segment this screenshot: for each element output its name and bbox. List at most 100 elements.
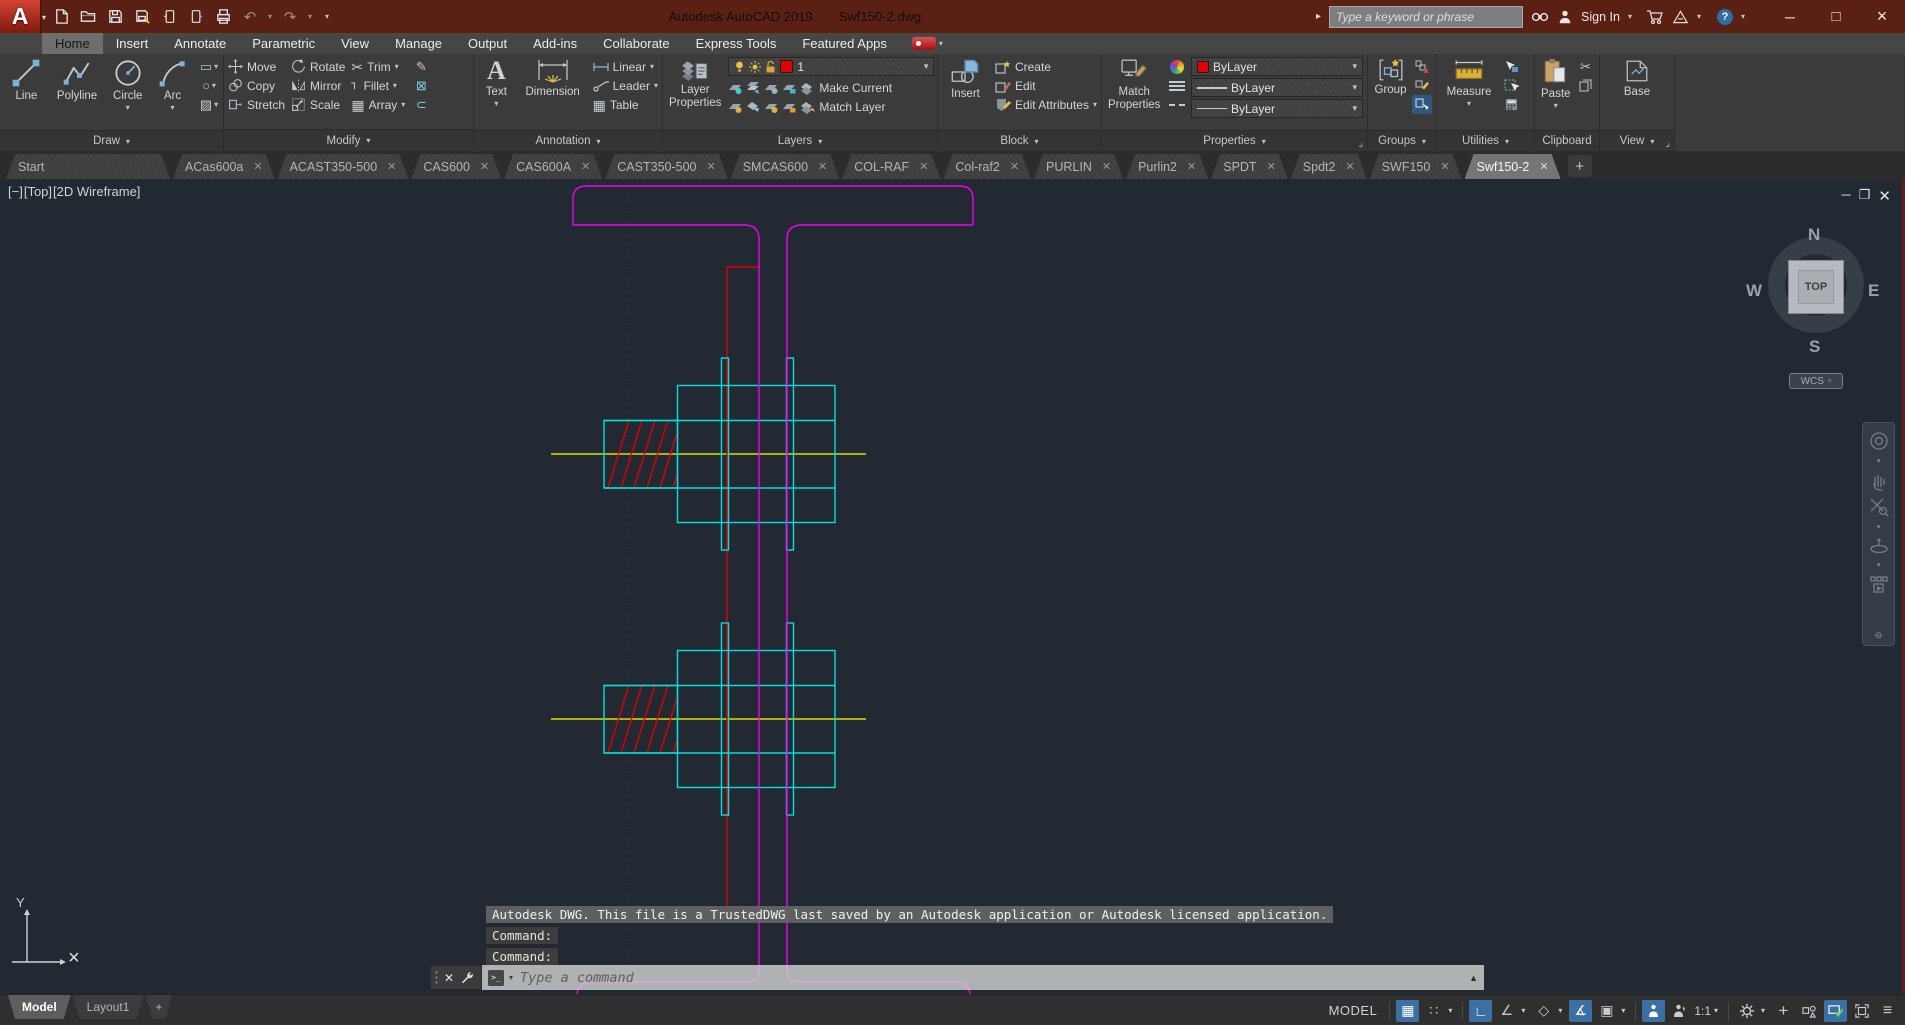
wheel-caret-icon[interactable]: ▾: [1877, 457, 1881, 465]
layer-properties-button[interactable]: Layer Properties: [667, 57, 723, 131]
table-button[interactable]: ▦ Table: [593, 95, 658, 114]
panel-label-clipboard[interactable]: Clipboard: [1535, 130, 1599, 151]
panel-label-modify[interactable]: Modify: [224, 129, 473, 151]
connect-icon[interactable]: [911, 37, 936, 50]
text-button[interactable]: A Text ▾: [478, 57, 515, 131]
workspace-switching-gear-icon[interactable]: [1735, 1000, 1758, 1022]
trim-button[interactable]: ✂ Trim ▾: [351, 57, 405, 76]
close-icon[interactable]: ✕: [818, 160, 827, 173]
new-layout-button[interactable]: +: [145, 995, 172, 1019]
offset-icon[interactable]: ⊂: [411, 95, 431, 114]
measure-button[interactable]: Measure ▾: [1441, 57, 1497, 131]
clean-screen-icon[interactable]: [1850, 1000, 1873, 1022]
create-block-button[interactable]: Create: [995, 57, 1097, 76]
layer-unlock-mini-icon[interactable]: [782, 100, 797, 114]
leader-button[interactable]: Leader ▾: [593, 76, 658, 95]
autodesk-a360-icon[interactable]: [1672, 9, 1689, 25]
layer-dropdown[interactable]: 1 ▾: [728, 57, 935, 76]
doc-close-icon[interactable]: ✕: [1878, 187, 1891, 205]
maximize-button[interactable]: □: [1813, 0, 1859, 33]
ribbon-tab-parametric[interactable]: Parametric: [239, 33, 328, 54]
paste-caret-icon[interactable]: ▾: [1554, 101, 1558, 110]
close-icon[interactable]: ✕: [1187, 160, 1196, 173]
close-icon[interactable]: ✕: [1440, 160, 1449, 173]
close-icon[interactable]: ✕: [707, 160, 716, 173]
application-menu-button[interactable]: A: [0, 0, 41, 33]
make-current-icon[interactable]: [800, 81, 816, 95]
rectangle-button[interactable]: ▭: [199, 57, 219, 76]
close-icon[interactable]: ✕: [1102, 160, 1111, 173]
group-button[interactable]: Group: [1372, 57, 1409, 131]
ribbon-tab-featured-apps[interactable]: Featured Apps: [789, 33, 900, 54]
file-tab[interactable]: COL-RAF ✕: [842, 154, 940, 179]
file-tab[interactable]: ACAST350-500 ✕: [278, 154, 409, 179]
circle-caret-icon[interactable]: ▾: [126, 103, 130, 112]
object-snap-icon[interactable]: ▣: [1595, 1000, 1618, 1022]
rotate-button[interactable]: Rotate: [291, 57, 345, 76]
viewcube-east[interactable]: E: [1868, 281, 1879, 301]
file-tab[interactable]: ACas600a ✕: [173, 154, 275, 179]
explode-icon[interactable]: ⊠: [411, 76, 431, 95]
dimension-button[interactable]: Dimension: [521, 57, 585, 131]
polar-caret-icon[interactable]: ▾: [1521, 1006, 1529, 1015]
trim-caret-icon[interactable]: ▾: [395, 62, 399, 71]
polyline-button[interactable]: Polyline: [51, 57, 104, 131]
file-tab[interactable]: SPDT ✕: [1211, 154, 1288, 179]
object-color-dropdown[interactable]: ByLayer ▾: [1191, 57, 1363, 76]
quick-calculator-icon[interactable]: [1501, 95, 1521, 114]
user-icon[interactable]: [1557, 9, 1573, 25]
color-wheel-icon[interactable]: [1169, 59, 1184, 74]
select-objects-icon[interactable]: [1501, 76, 1521, 95]
ribbon-tab-home[interactable]: Home: [42, 33, 103, 54]
lineweight-dropdown-caret-icon[interactable]: ▾: [1352, 82, 1357, 93]
help-icon[interactable]: ?: [1716, 8, 1733, 25]
file-tab[interactable]: CAS600 ✕: [411, 154, 501, 179]
copy-button[interactable]: Copy: [228, 76, 285, 95]
view-dialog-launcher-icon[interactable]: ⌟: [1665, 138, 1670, 149]
text-caret-icon[interactable]: ▾: [494, 99, 498, 108]
orbit-icon[interactable]: [1869, 537, 1889, 555]
viewcube-south[interactable]: S: [1809, 337, 1820, 357]
command-recent-caret-icon[interactable]: ▾: [509, 973, 513, 982]
command-expand-icon[interactable]: ▲: [1469, 973, 1478, 983]
insert-block-button[interactable]: Insert: [942, 57, 989, 131]
layer-thaw-icon[interactable]: [764, 100, 779, 114]
fillet-button[interactable]: ⌐ Fillet ▾: [347, 76, 405, 95]
viewcube-north[interactable]: N: [1808, 225, 1820, 245]
linear-caret-icon[interactable]: ▾: [650, 62, 654, 71]
ellipse-button[interactable]: ○: [199, 76, 219, 95]
file-tab[interactable]: SMCAS600 ✕: [731, 154, 840, 179]
isometric-drafting-icon[interactable]: ◇: [1532, 1000, 1555, 1022]
save-icon[interactable]: [106, 8, 124, 26]
paste-button[interactable]: Paste ▾: [1539, 57, 1572, 131]
array-caret-icon[interactable]: ▾: [401, 100, 405, 109]
viewport-view-control[interactable]: [Top]: [24, 184, 52, 199]
new-drawing-icon[interactable]: [52, 8, 70, 26]
ribbon-tab-output[interactable]: Output: [455, 33, 520, 54]
grid-toggle-icon[interactable]: ▦: [1396, 999, 1420, 1022]
viewport-visual-style-control[interactable]: [2D Wireframe]: [53, 184, 140, 199]
close-icon[interactable]: ✕: [1010, 160, 1019, 173]
customize-wrench-icon[interactable]: [459, 970, 474, 985]
sign-in-caret-icon[interactable]: ▾: [1628, 12, 1632, 21]
ribbon-tab-insert[interactable]: Insert: [103, 33, 162, 54]
edit-attributes-caret-icon[interactable]: ▾: [1093, 100, 1097, 109]
close-icon[interactable]: ✕: [1345, 160, 1354, 173]
hardware-acceleration-icon[interactable]: [1824, 999, 1847, 1022]
drag-grip-icon[interactable]: [434, 969, 439, 986]
application-menu-caret-icon[interactable]: ▾: [42, 13, 46, 22]
undo-caret-icon[interactable]: ▾: [268, 12, 272, 21]
linetype-dropdown-caret-icon[interactable]: ▾: [1352, 103, 1357, 114]
doc-restore-icon[interactable]: ❐: [1859, 187, 1871, 205]
layer-off-icon[interactable]: [728, 81, 743, 95]
viewport-minimize-control[interactable]: [−]: [8, 184, 23, 199]
open-folder-icon[interactable]: [79, 8, 97, 26]
edit-attributes-button[interactable]: Edit Attributes ▾: [995, 95, 1097, 114]
file-tab[interactable]: PURLIN ✕: [1034, 154, 1123, 179]
show-motion-icon[interactable]: [1869, 575, 1889, 593]
mirror-button[interactable]: Mirror: [291, 76, 345, 95]
panel-label-draw[interactable]: Draw: [0, 130, 223, 151]
linetype-dropdown[interactable]: ByLayer ▾: [1191, 99, 1363, 118]
ribbon-tab-view[interactable]: View: [328, 33, 382, 54]
annotation-autoscale-icon[interactable]: [1668, 1000, 1691, 1022]
